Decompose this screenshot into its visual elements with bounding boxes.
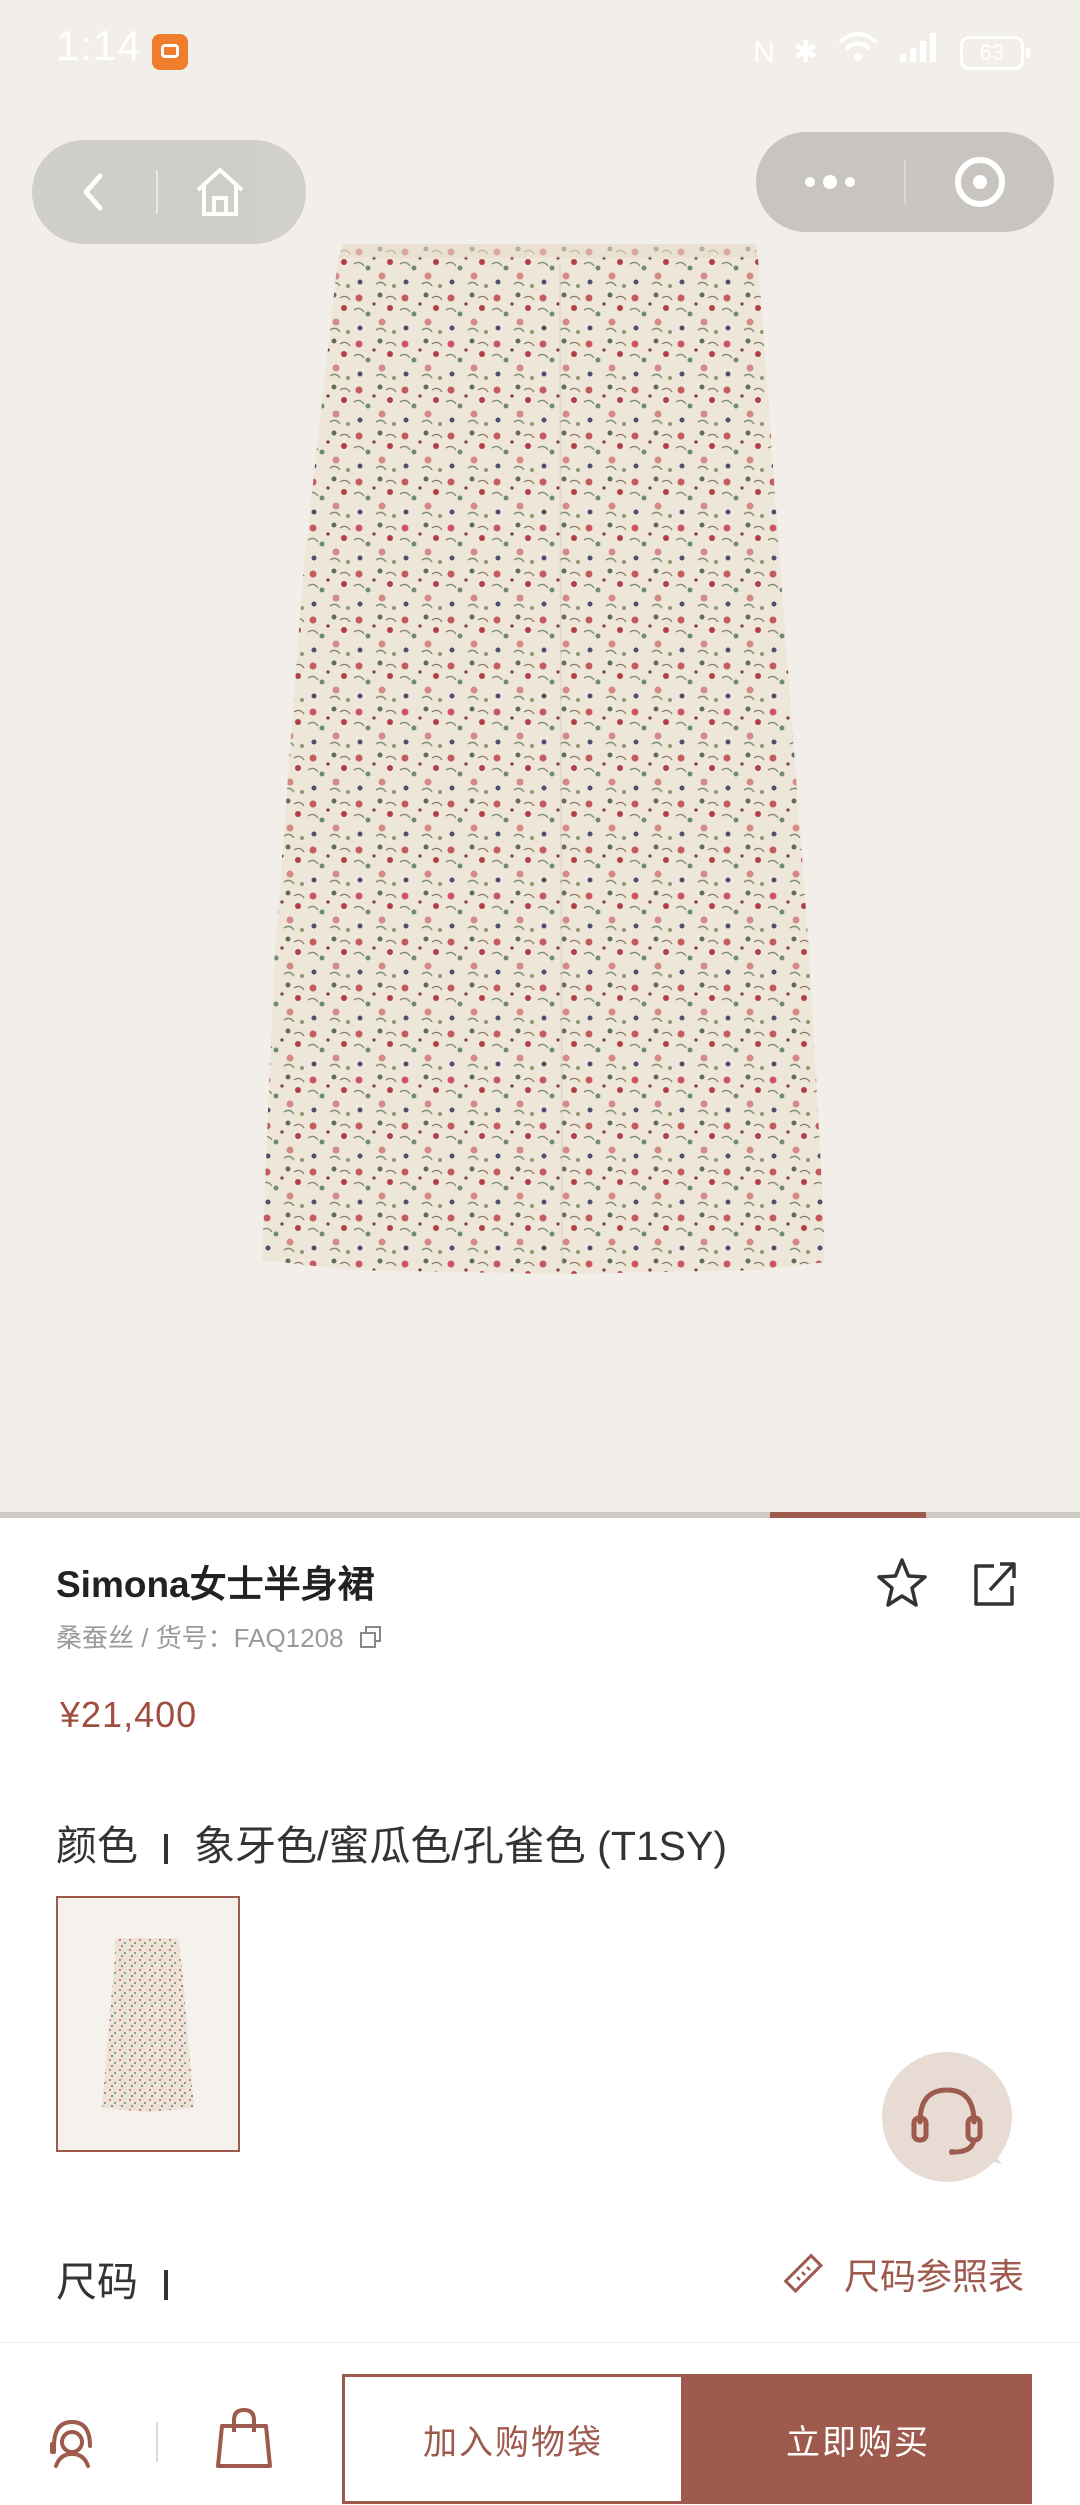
customer-service-fab[interactable] xyxy=(882,2052,1012,2182)
color-swatch-selected[interactable] xyxy=(56,1896,240,2152)
headset-icon xyxy=(911,2087,1002,2164)
wifi-icon xyxy=(836,30,880,75)
nav-capsule xyxy=(32,140,306,244)
more-button[interactable] xyxy=(756,132,904,232)
size-guide-link[interactable]: 尺码参照表 xyxy=(782,2248,1024,2300)
size-selector-row: 尺码 xyxy=(56,2248,194,2308)
color-value: 象牙色/蜜瓜色/孔雀色 (T1SY) xyxy=(194,1823,728,1869)
back-button[interactable] xyxy=(32,140,156,244)
product-subtitle: 桑蚕丝 / 货号：FAQ1208 xyxy=(56,1618,384,1655)
home-icon xyxy=(196,168,244,216)
status-icons: N ✱ 63 xyxy=(753,30,1030,75)
service-button[interactable] xyxy=(40,2410,104,2474)
bluetooth-icon: ✱ xyxy=(792,35,818,69)
app-notification-icon xyxy=(152,34,188,70)
status-time: 1:14 xyxy=(56,22,142,69)
size-guide-label: 尺码参照表 xyxy=(843,2256,1024,2297)
signal-icon xyxy=(898,30,942,75)
share-button[interactable] xyxy=(964,1554,1024,1614)
shopping-bag-icon xyxy=(216,2407,272,2468)
nfc-icon: N xyxy=(753,35,775,69)
chevron-left-icon xyxy=(83,173,103,211)
buy-now-button[interactable]: 立即购买 xyxy=(684,2374,1032,2504)
target-circle-icon xyxy=(955,157,1005,207)
material-sku-text: 桑蚕丝 / 货号：FAQ1208 xyxy=(56,1623,344,1653)
close-miniapp-button[interactable] xyxy=(906,132,1054,232)
favorite-button[interactable] xyxy=(872,1554,932,1614)
size-separator xyxy=(164,2270,168,2301)
color-label: 颜色 xyxy=(56,1823,138,1869)
color-selector-row: 颜色 象牙色/蜜瓜色/孔雀色 (T1SY) xyxy=(56,1812,727,1872)
gallery-progress-fill xyxy=(770,1512,926,1518)
status-bar: 1:14 N ✱ 63 xyxy=(0,0,1080,100)
battery-icon: 63 xyxy=(960,35,1030,70)
copy-icon[interactable] xyxy=(358,1624,384,1650)
share-icon xyxy=(974,1562,1016,1606)
add-to-bag-button[interactable]: 加入购物袋 xyxy=(342,2374,684,2504)
miniapp-capsule xyxy=(756,132,1054,232)
size-label: 尺码 xyxy=(56,2259,138,2305)
product-price: ¥21,400 xyxy=(60,1694,198,1735)
home-button[interactable] xyxy=(158,140,282,244)
star-icon xyxy=(877,1558,927,1607)
support-agent-icon xyxy=(50,2419,92,2468)
more-dots-icon xyxy=(805,175,855,189)
product-image-skirt[interactable] xyxy=(260,244,826,1274)
shopping-bag-button[interactable] xyxy=(212,2404,276,2472)
color-separator xyxy=(164,1834,168,1865)
product-title: Simona女士半身裙 xyxy=(56,1564,375,1605)
bottom-bar-divider xyxy=(156,2422,158,2462)
ruler-icon xyxy=(783,2253,824,2294)
